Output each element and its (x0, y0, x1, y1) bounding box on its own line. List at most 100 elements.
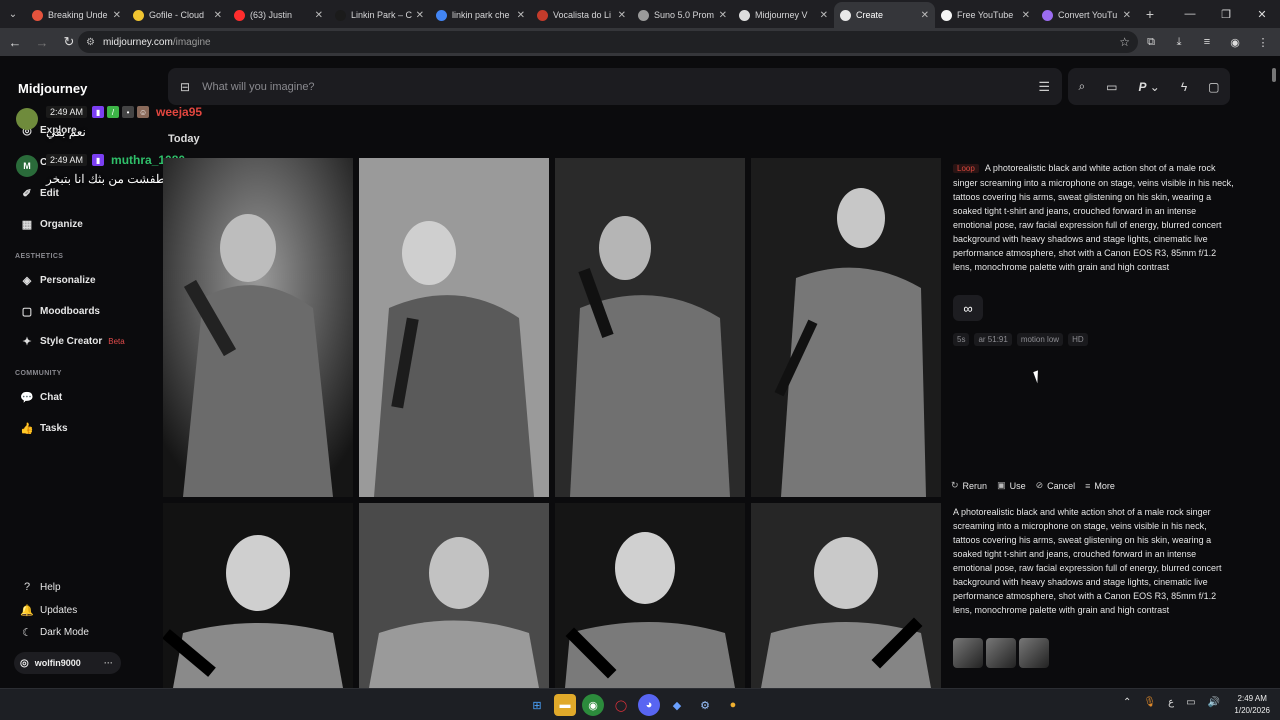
use-button[interactable]: ▣ Use (997, 480, 1026, 491)
generated-image[interactable] (751, 158, 941, 497)
close-tab-icon[interactable]: ✕ (416, 10, 424, 21)
close-tab-icon[interactable]: ✕ (113, 10, 121, 21)
prompt-text[interactable]: A photorealistic black and white action … (953, 163, 1234, 272)
close-tab-icon[interactable]: ✕ (921, 10, 929, 21)
prompt-text[interactable]: A photorealistic black and white action … (953, 507, 1221, 615)
browser-tab[interactable]: Linkin Park – C ✕ (329, 2, 430, 28)
browser-tab[interactable]: Create ✕ (834, 2, 935, 28)
file-explorer-icon[interactable]: ▬ (554, 694, 576, 716)
media-icon[interactable]: ≡ (1196, 31, 1218, 53)
site-info-icon[interactable]: ⚙ (86, 37, 95, 48)
reference-thumbnail[interactable] (986, 638, 1016, 668)
steam-icon[interactable]: ⚙ (694, 694, 716, 716)
generated-image[interactable] (555, 503, 745, 688)
generated-image[interactable] (359, 503, 549, 688)
microphone-icon[interactable]: 🎙 (1143, 697, 1156, 708)
sidebar-item-tasks[interactable]: 👍 Tasks (20, 422, 67, 435)
close-tab-icon[interactable]: ✕ (618, 10, 626, 21)
browser-tab[interactable]: Convert YouTu ✕ (1036, 2, 1137, 28)
close-tab-icon[interactable]: ✕ (1022, 10, 1030, 21)
sidebar-item-edit[interactable]: ✐ Edit (20, 187, 59, 200)
reference-thumbnail[interactable] (953, 638, 983, 668)
browser-tab[interactable]: Vocalista do Li ✕ (531, 2, 632, 28)
message-icon[interactable]: ▢ (1208, 80, 1219, 94)
personalize-p-icon[interactable]: P ⌄ (1138, 80, 1159, 94)
generated-image[interactable] (555, 158, 745, 497)
sidebar-item-organize[interactable]: ▦ Organize (20, 218, 83, 231)
close-tab-icon[interactable]: ✕ (315, 10, 323, 21)
profile-icon[interactable]: ◉ (1224, 31, 1246, 53)
scrollbar-thumb[interactable] (1272, 68, 1276, 82)
browser-tab[interactable]: (63) Justin ✕ (228, 2, 329, 28)
browser-menu-icon[interactable]: ⋮ (1252, 31, 1274, 53)
tab-favicon-icon (1042, 9, 1053, 21)
opera-icon[interactable]: ◯ (610, 694, 632, 716)
browser-tab[interactable]: Suno 5.0 Prom ✕ (632, 2, 733, 28)
discord-icon[interactable]: ◕ (638, 694, 660, 716)
folder-icon[interactable]: ▭ (1106, 80, 1117, 94)
generated-image[interactable] (163, 158, 353, 497)
volume-icon[interactable]: 🔊 (1208, 697, 1220, 708)
taskbar-apps: ⊞ ▬ ◉ ◯ ◕ ◆ ⚙ ● (526, 694, 744, 716)
tray-chevron-icon[interactable]: ⌃ (1123, 697, 1131, 708)
sidebar-item-help[interactable]: ? Help (20, 581, 61, 593)
browser-tab[interactable]: Gofile - Cloud ✕ (127, 2, 228, 28)
generated-image[interactable] (163, 503, 353, 688)
close-tab-icon[interactable]: ✕ (820, 10, 828, 21)
tab-search-icon[interactable]: ⌄ (0, 0, 26, 28)
close-tab-icon[interactable]: ✕ (214, 10, 222, 21)
windows-start-icon[interactable]: ⊞ (526, 694, 548, 716)
tab-favicon-icon (739, 9, 750, 21)
page-scrollbar[interactable] (1270, 58, 1278, 688)
extensions-icon[interactable]: ⧉ (1140, 31, 1162, 53)
param-chip[interactable]: ar 51:91 (974, 333, 1012, 346)
reference-thumbnail[interactable] (1019, 638, 1049, 668)
new-tab-button[interactable]: + (1137, 6, 1163, 22)
generated-image[interactable] (359, 158, 549, 497)
sidebar-item-updates[interactable]: 🔔 Updates (20, 604, 77, 617)
lightning-icon[interactable]: ϟ (1181, 80, 1187, 94)
rerun-button[interactable]: ↻ Rerun (951, 480, 987, 491)
sidebar-item-dark-mode[interactable]: ☾ Dark Mode (20, 626, 89, 639)
prompt-input[interactable]: ⊟ What will you imagine? ☰ (168, 68, 1062, 105)
param-chip[interactable]: 5s (953, 333, 970, 346)
sidebar-item-moodboards[interactable]: ▢ Moodboards (20, 305, 100, 318)
cancel-button[interactable]: ⊘ Cancel (1036, 480, 1076, 491)
user-menu[interactable]: ◎ wolfin9000 ··· (14, 652, 121, 674)
network-icon[interactable]: ▭ (1186, 697, 1195, 708)
image-prompt-icon[interactable]: ⊟ (180, 80, 190, 94)
search-icon[interactable]: ⌕ (1078, 79, 1085, 94)
close-tab-icon[interactable]: ✕ (1123, 10, 1131, 21)
sidebar-item-personalize[interactable]: ◈ Personalize (20, 274, 96, 287)
browser-tab[interactable]: Free YouTube ✕ (935, 2, 1036, 28)
sidebar-item-style-creator[interactable]: ✦ Style Creator Beta (20, 335, 124, 348)
close-tab-icon[interactable]: ✕ (517, 10, 525, 21)
back-icon[interactable]: ← (3, 30, 27, 54)
maximize-icon[interactable]: ❐ (1208, 0, 1244, 28)
download-icon[interactable]: ⤓ (1168, 31, 1190, 53)
generated-image[interactable] (751, 503, 941, 688)
chrome-icon[interactable]: ◉ (582, 694, 604, 716)
browser-tab[interactable]: Breaking Unde ✕ (26, 2, 127, 28)
taskbar-clock[interactable]: 2:49 AM 1/20/2026 (1234, 693, 1270, 717)
address-bar[interactable]: ⚙ midjourney.com /imagine ☆ (78, 31, 1138, 53)
sidebar-item-chat[interactable]: 💬 Chat (20, 391, 62, 404)
brand-logo[interactable]: Midjourney (18, 81, 87, 96)
close-tab-icon[interactable]: ✕ (719, 10, 727, 21)
param-chip[interactable]: motion low (1016, 333, 1064, 346)
infinity-icon[interactable]: ∞ (953, 295, 983, 321)
input-language[interactable]: ع (1168, 697, 1174, 708)
more-button[interactable]: ≡ More (1085, 480, 1115, 491)
browser-tab[interactable]: Midjourney V ✕ (733, 2, 834, 28)
settings-sliders-icon[interactable]: ☰ (1038, 79, 1050, 95)
more-icon[interactable]: ··· (104, 658, 113, 668)
close-window-icon[interactable]: ✕ (1244, 0, 1280, 28)
browser-tab[interactable]: linkin park che ✕ (430, 2, 531, 28)
minimize-icon[interactable]: — (1172, 0, 1208, 28)
bookmark-star-icon[interactable]: ☆ (1119, 35, 1130, 49)
app-icon[interactable]: ● (722, 694, 744, 716)
forward-icon[interactable]: → (30, 30, 54, 54)
app-diamond-icon[interactable]: ◆ (666, 694, 688, 716)
param-chip[interactable]: HD (1068, 333, 1088, 346)
help-icon: ? (23, 581, 31, 593)
